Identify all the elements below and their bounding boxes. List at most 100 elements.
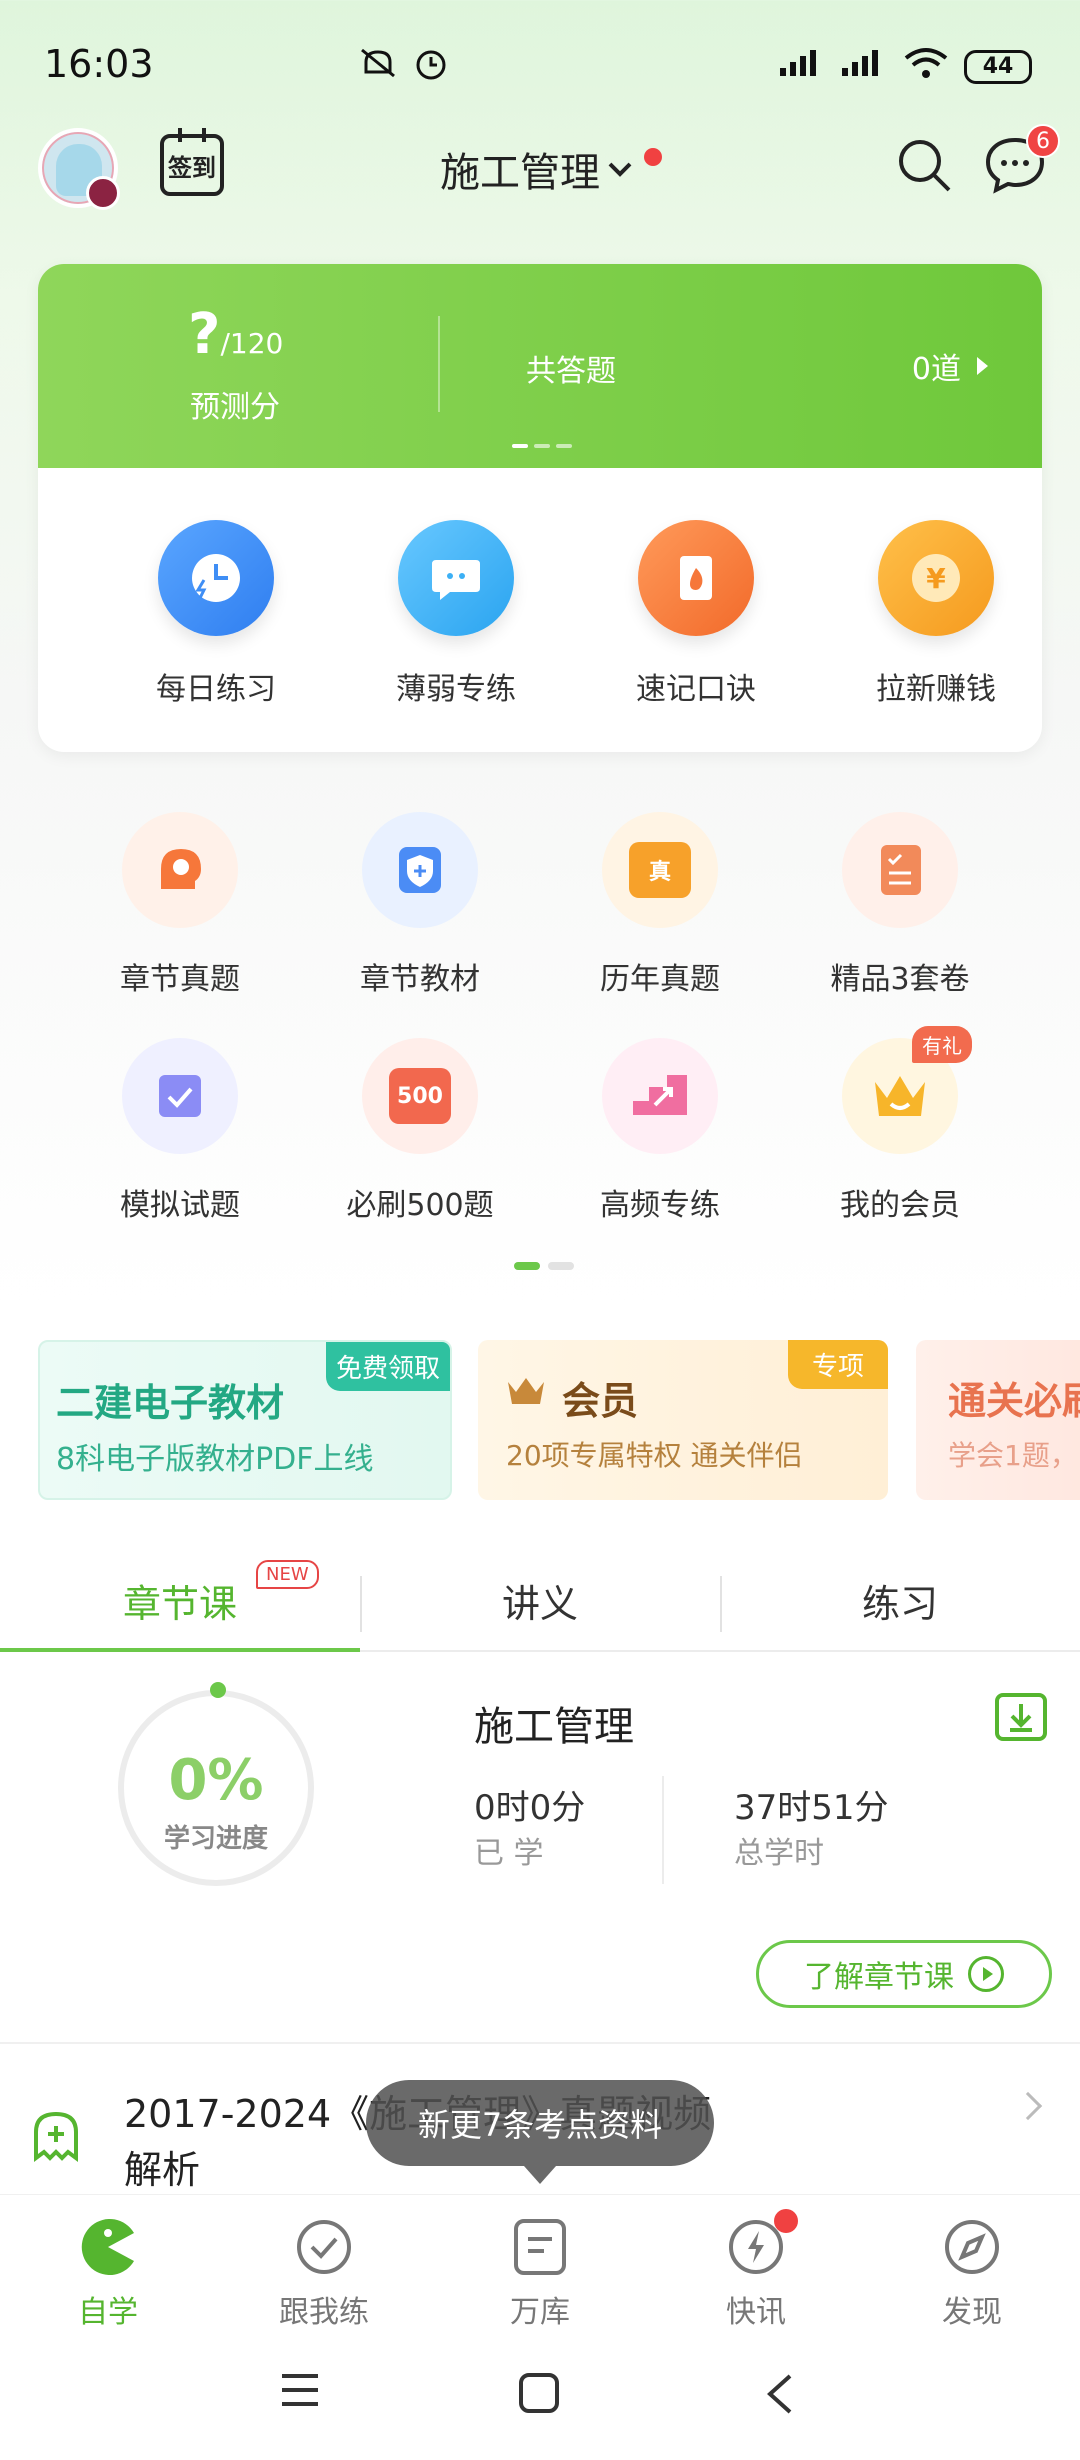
predicted-score: ?/120 — [188, 302, 284, 367]
exam-scroll-icon — [122, 1038, 238, 1154]
predicted-score-label: 预测分 — [190, 390, 280, 425]
new-badge: NEW — [256, 1560, 319, 1589]
grid-label: 精品3套卷 — [830, 962, 970, 997]
divider — [662, 1776, 664, 1884]
studied-time: 0时0分 — [474, 1788, 586, 1828]
nav-label: 万库 — [510, 2295, 570, 2330]
grid-pager — [514, 1262, 574, 1270]
banner-title: 会员 — [562, 1379, 639, 1423]
signin-button[interactable]: 签到 — [160, 128, 224, 196]
score-card: ?/120 预测分 共答题 0道 每日练习 薄弱专练 速记口诀 ¥ 拉新赚钱 — [38, 264, 1042, 752]
feature-label: 拉新赚钱 — [876, 672, 996, 707]
tab-chapter-course[interactable]: 章节课 NEW — [0, 1550, 360, 1652]
banner-e-textbook[interactable]: 免费领取 二建电子教材 8科电子版教材PDF上线 — [38, 1340, 452, 1500]
toast-message: 新更7条考点资料 — [366, 2080, 714, 2184]
ghost-plus-icon — [34, 2111, 78, 2162]
feature-label: 薄弱专练 — [396, 672, 516, 707]
tab-handout[interactable]: 讲义 — [360, 1550, 720, 1650]
learn-chapter-course-button[interactable]: 了解章节课 — [756, 1940, 1052, 2008]
crown-badge-icon — [86, 176, 120, 210]
shield-plus-icon — [362, 812, 478, 928]
grid-chapter-exam[interactable]: 章节真题 — [80, 812, 280, 998]
svg-text:¥: ¥ — [926, 562, 946, 595]
nav-question-bank[interactable]: 万库 — [460, 2217, 620, 2331]
gear-head-icon — [122, 812, 238, 928]
banner-must-do[interactable]: 通关必刷 学会1题， — [916, 1340, 1080, 1500]
menu-icon[interactable] — [280, 2372, 320, 2408]
feature-weak-practice[interactable]: 薄弱专练 — [356, 520, 556, 708]
progress-percent: 0% — [168, 1748, 264, 1813]
search-icon[interactable] — [895, 136, 953, 194]
subject-title: 施工管理 — [440, 150, 600, 196]
nav-practice-with-me[interactable]: 跟我练 — [244, 2217, 404, 2331]
message-button[interactable]: 6 — [984, 124, 1060, 194]
back-icon[interactable] — [764, 2372, 794, 2416]
500-card-icon: 500 — [362, 1038, 478, 1154]
mute-icon — [358, 46, 398, 87]
play-icon — [968, 1956, 1004, 1992]
banner-membership[interactable]: 专项 会员 20项专属特权 通关伴侣 — [478, 1340, 888, 1500]
feature-mnemonic[interactable]: 速记口诀 — [596, 520, 796, 708]
stairs-arrow-icon — [602, 1038, 718, 1154]
grid-must-do-500[interactable]: 500 必刷500题 — [320, 1038, 520, 1224]
system-nav — [0, 2334, 1080, 2460]
home-icon[interactable] — [518, 2372, 560, 2414]
nav-label: 快讯 — [726, 2295, 786, 2330]
check-circle-icon — [297, 2220, 351, 2274]
banner-subtitle: 学会1题， — [948, 1439, 1078, 1472]
nav-self-study[interactable]: 自学 — [28, 2217, 188, 2331]
avatar[interactable] — [38, 128, 120, 210]
divider — [0, 2042, 1080, 2044]
banner-title: 二建电子教材 — [56, 1381, 285, 1425]
studied-time-label: 已 学 — [474, 1836, 544, 1871]
button-label: 了解章节课 — [804, 1960, 954, 1995]
arrow-right-icon — [977, 357, 988, 375]
download-icon[interactable] — [994, 1692, 1048, 1742]
grid-premium-papers[interactable]: 精品3套卷 — [800, 812, 1000, 998]
grid-past-exams[interactable]: 真 历年真题 — [560, 812, 760, 998]
banner-subtitle: 8科电子版教材PDF上线 — [56, 1442, 374, 1477]
total-answered-label: 共答题 — [526, 354, 616, 389]
nav-label: 跟我练 — [279, 2295, 369, 2330]
news-badge — [774, 2209, 798, 2233]
gift-badge: 有礼 — [912, 1026, 972, 1063]
yen-coin-icon: ¥ — [878, 520, 994, 636]
status-time: 16:03 — [44, 42, 154, 86]
grid-label: 历年真题 — [600, 962, 720, 997]
document-icon — [514, 2219, 566, 2275]
grid-label: 章节教材 — [360, 962, 480, 997]
wifi-icon — [902, 46, 950, 87]
banner-title: 通关必刷 — [948, 1379, 1080, 1423]
total-hours: 37时51分 — [734, 1788, 889, 1828]
grid-label: 我的会员 — [840, 1188, 960, 1223]
message-count-badge: 6 — [1026, 124, 1060, 158]
alarm-icon — [412, 44, 450, 89]
signal-icon — [778, 48, 826, 85]
checklist-icon — [842, 812, 958, 928]
nav-label: 发现 — [942, 2295, 1002, 2330]
feature-daily-practice[interactable]: 每日练习 — [116, 520, 316, 708]
grid-my-membership[interactable]: 我的会员 — [800, 1038, 1000, 1224]
feature-label: 每日练习 — [156, 672, 276, 707]
clock-lightning-icon — [158, 520, 274, 636]
chevron-down-icon — [608, 162, 632, 177]
chevron-right-icon — [1013, 2091, 1043, 2121]
compass-icon — [945, 2220, 999, 2274]
score-banner[interactable]: ?/120 预测分 共答题 0道 — [38, 264, 1042, 468]
grid-high-frequency[interactable]: 高频专练 — [560, 1038, 760, 1224]
folder-zhen-icon: 真 — [602, 812, 718, 928]
grid-mock-exam[interactable]: 模拟试题 — [80, 1038, 280, 1224]
subject-selector[interactable]: 施工管理 — [440, 140, 662, 198]
total-answered-value[interactable]: 0道 — [912, 344, 988, 388]
pacman-icon — [81, 2219, 134, 2275]
grid-chapter-material[interactable]: 章节教材 — [320, 812, 520, 998]
feature-referral[interactable]: ¥ 拉新赚钱 — [836, 520, 1036, 708]
grid-label: 章节真题 — [120, 962, 240, 997]
progress-marker — [210, 1682, 226, 1698]
nav-discover[interactable]: 发现 — [892, 2217, 1052, 2331]
grid-label: 高频专练 — [600, 1188, 720, 1223]
progress-label: 学习进度 — [163, 1824, 268, 1854]
divider — [438, 316, 440, 412]
tab-practice[interactable]: 练习 — [720, 1550, 1080, 1650]
nav-news[interactable]: 快讯 — [676, 2209, 836, 2331]
